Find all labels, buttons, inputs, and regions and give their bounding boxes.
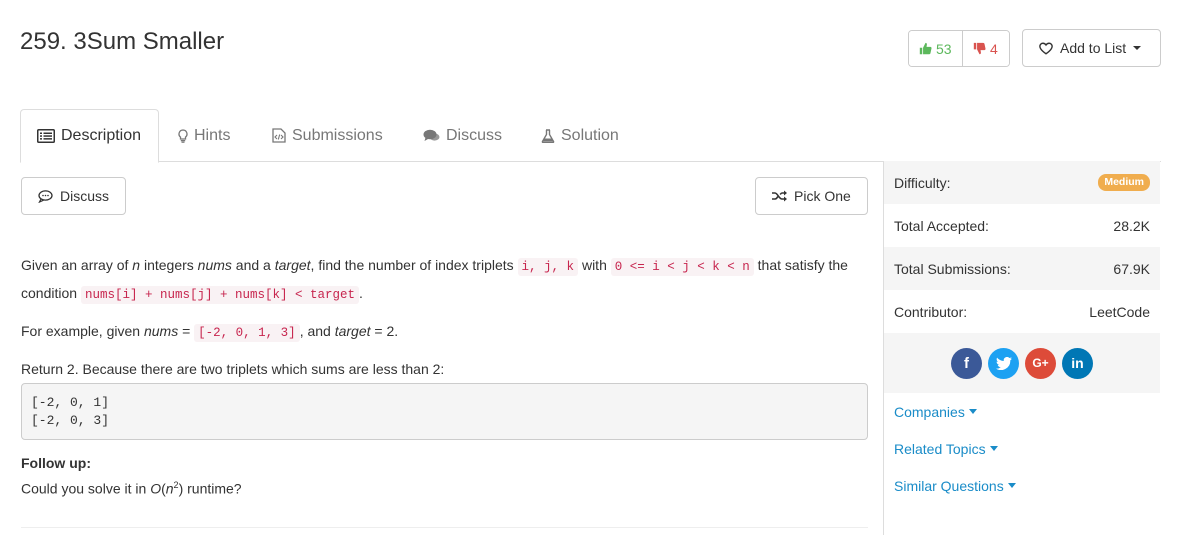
linkedin-icon[interactable]: in <box>1062 347 1093 379</box>
accepted-row: Total Accepted: 28.2K <box>884 204 1160 247</box>
tab-solution[interactable]: Solution <box>541 109 619 162</box>
accepted-value: 28.2K <box>1113 217 1150 234</box>
related-topics-label: Related Topics <box>894 440 986 457</box>
inline-code: nums[i] + nums[j] + nums[k] < target <box>80 286 359 304</box>
pick-one-label: Pick One <box>794 188 851 204</box>
shuffle-icon <box>772 190 787 202</box>
submissions-label: Total Submissions: <box>894 260 1011 277</box>
chevron-down-icon <box>1133 46 1142 50</box>
similar-questions-toggle[interactable]: Similar Questions <box>884 467 1160 504</box>
problem-title: 259. 3Sum Smaller <box>20 28 225 55</box>
share-buttons: f G+ in <box>884 333 1160 393</box>
difficulty-row: Difficulty: Medium <box>884 161 1160 204</box>
caret-down-icon <box>968 409 977 414</box>
like-count: 53 <box>936 40 952 57</box>
tab-solution-label: Solution <box>561 126 619 144</box>
caret-down-icon <box>989 446 998 451</box>
lightbulb-icon <box>178 128 188 143</box>
google-plus-icon[interactable]: G+ <box>1025 347 1056 379</box>
divider <box>21 527 868 528</box>
tab-hints[interactable]: Hints <box>178 109 230 162</box>
thumbs-down-icon <box>973 42 986 55</box>
tab-discuss-label: Discuss <box>446 126 503 144</box>
inline-code: 0 <= i < j < k < n <box>610 258 754 276</box>
companies-label: Companies <box>894 403 965 420</box>
tab-description-label: Description <box>61 127 142 144</box>
flask-icon <box>541 128 555 143</box>
accepted-label: Total Accepted: <box>894 217 989 234</box>
tab-description[interactable]: Description <box>20 109 159 163</box>
add-to-list-label: Add to List <box>1060 40 1127 56</box>
discuss-button-label: Discuss <box>60 188 110 204</box>
inline-code: i, j, k <box>517 258 579 276</box>
description-paragraph-3: Return 2. Because there are two triplets… <box>21 361 445 377</box>
tab-hints-label: Hints <box>194 126 231 144</box>
contributor-value: LeetCode <box>1089 303 1150 320</box>
heart-icon <box>1039 42 1053 55</box>
follow-up: Follow up: Could you solve it in O(n2) r… <box>21 455 242 497</box>
vote-group: 53 4 <box>908 30 1010 67</box>
description-paragraph-1: Given an array of n integers nums and a … <box>21 257 848 304</box>
facebook-icon[interactable]: f <box>951 347 982 379</box>
tab-submissions-label: Submissions <box>292 126 383 144</box>
thumbs-up-icon <box>919 42 932 55</box>
dislike-button[interactable]: 4 <box>963 31 1009 66</box>
submissions-row: Total Submissions: 67.9K <box>884 247 1160 290</box>
contributor-row: Contributor: LeetCode <box>884 290 1160 333</box>
discuss-button[interactable]: Discuss <box>21 177 126 215</box>
difficulty-badge: Medium <box>1098 174 1150 191</box>
inline-code: [-2, 0, 1, 3] <box>194 324 300 342</box>
contributor-label: Contributor: <box>894 303 968 320</box>
description-paragraph-2: For example, given nums = [-2, 0, 1, 3],… <box>21 323 399 342</box>
comment-icon <box>38 189 53 203</box>
related-topics-toggle[interactable]: Related Topics <box>884 430 1160 467</box>
follow-up-label: Follow up: <box>21 455 91 471</box>
pick-one-button[interactable]: Pick One <box>755 177 868 215</box>
tab-discuss[interactable]: Discuss <box>423 109 502 162</box>
like-button[interactable]: 53 <box>909 31 963 66</box>
example-code-block: [-2, 0, 1] [-2, 0, 3] <box>21 383 868 440</box>
difficulty-label: Difficulty: <box>894 174 951 191</box>
problem-description: Given an array of n integers nums and a … <box>21 252 868 392</box>
code-file-icon <box>272 128 286 143</box>
comments-icon <box>423 129 440 141</box>
list-icon <box>37 129 55 143</box>
problem-sidebar: Difficulty: Medium Total Accepted: 28.2K… <box>883 161 1160 535</box>
problem-tabs: Description Hints Submissions Discuss So… <box>20 109 1161 163</box>
companies-toggle[interactable]: Companies <box>884 393 1160 430</box>
caret-down-icon <box>1007 483 1016 488</box>
similar-questions-label: Similar Questions <box>894 477 1004 494</box>
dislike-count: 4 <box>990 40 998 57</box>
add-to-list-button[interactable]: Add to List <box>1022 29 1161 67</box>
twitter-icon[interactable] <box>988 347 1019 379</box>
submissions-value: 67.9K <box>1113 260 1150 277</box>
tab-submissions[interactable]: Submissions <box>272 109 383 162</box>
